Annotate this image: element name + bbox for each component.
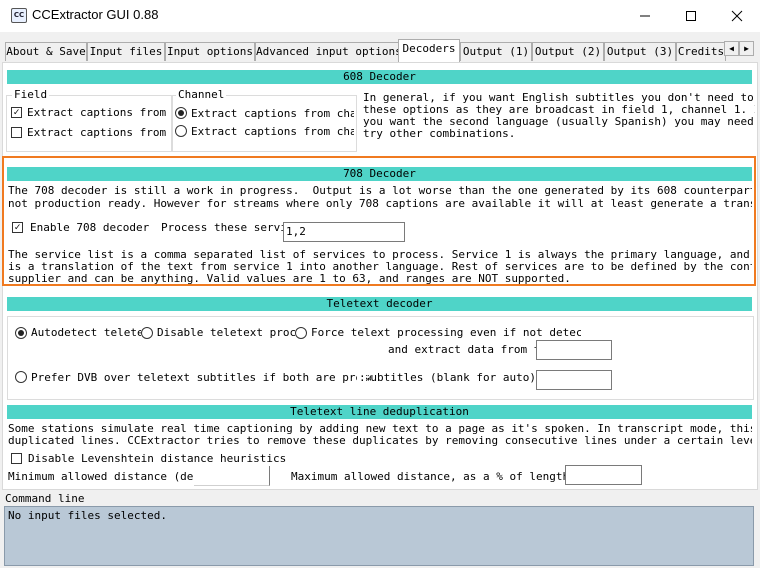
- max-distance-label: Maximum allowed distance, as a % of leng…: [291, 470, 565, 483]
- window-title: CCExtractor GUI 0.88: [32, 7, 159, 22]
- prefer-dvb-label: Prefer DVB over teletext subtitles if bo…: [31, 371, 371, 384]
- language-input[interactable]: [536, 370, 612, 390]
- channel-groupbox: [172, 95, 357, 152]
- force-teletext-label: Force telext processing even if not dete…: [311, 326, 581, 339]
- section-header-608: 608 Decoder: [7, 70, 752, 84]
- channel-group-title: Channel: [176, 88, 227, 101]
- section-header-dedup: Teletext line deduplication: [7, 405, 752, 419]
- dedup-desc-line-1: Some stations simulate real time caption…: [8, 423, 752, 435]
- decoder-708-highlight: [2, 156, 756, 286]
- tab-output-3[interactable]: Output (3): [604, 42, 676, 61]
- lang-separator: :: [357, 371, 366, 384]
- maximize-icon: [686, 11, 696, 21]
- tab-advanced-input-options[interactable]: Advanced input options: [255, 42, 399, 61]
- field2-label: Extract captions from field 2: [27, 126, 169, 139]
- command-line-text: No input files selected.: [8, 509, 167, 522]
- tab-about-save[interactable]: About & Save: [5, 42, 87, 61]
- tab-scroll-right-icon[interactable]: ▶: [739, 41, 754, 56]
- tab-strip: About & Save Input files Input options A…: [0, 32, 760, 62]
- close-icon: [731, 10, 743, 22]
- language-label: Language for subtitles (blank for auto): [368, 371, 536, 384]
- minimize-button[interactable]: [622, 0, 668, 32]
- tab-output-2[interactable]: Output (2): [532, 42, 604, 61]
- field-groupbox: [6, 95, 172, 152]
- field-group-title: Field: [12, 88, 50, 101]
- tab-scroll-buttons: ◀ ▶: [724, 41, 756, 57]
- maximize-button[interactable]: [668, 0, 714, 32]
- close-button[interactable]: [714, 0, 760, 32]
- tab-output-1[interactable]: Output (1): [460, 42, 532, 61]
- minimize-icon: [640, 15, 650, 17]
- help-608-line-1: In general, if you want English subtitle…: [363, 92, 755, 104]
- tab-decoders[interactable]: Decoders: [398, 39, 460, 62]
- teletext-page-input[interactable]: [536, 340, 612, 360]
- channel1-radio[interactable]: [175, 107, 187, 119]
- disable-levenshtein-label: Disable Levenshtein distance heuristics: [28, 452, 287, 465]
- help-608-line-2: these options as they are broadcast in f…: [363, 104, 755, 116]
- channel2-radio[interactable]: [175, 125, 187, 137]
- command-line-label: Command line: [5, 492, 85, 505]
- autodetect-teletext-radio[interactable]: [15, 327, 27, 339]
- tab-credits[interactable]: Credits: [676, 42, 726, 61]
- force-teletext-radio[interactable]: [295, 327, 307, 339]
- help-608-line-4: try other combinations.: [363, 128, 516, 140]
- channel2-label: Extract captions from channel 2: [191, 125, 354, 138]
- tab-input-options[interactable]: Input options: [165, 42, 255, 61]
- channel1-label: Extract captions from channel 1: [191, 107, 354, 120]
- section-header-teletext: Teletext decoder: [7, 297, 752, 311]
- field1-label: Extract captions from field 1: [27, 106, 169, 119]
- app-icon: CC: [11, 8, 27, 23]
- disable-teletext-label: Disable teletext processing: [157, 326, 295, 339]
- max-distance-input[interactable]: [565, 465, 642, 485]
- help-608-line-3: you want the second language (usually Sp…: [363, 116, 755, 128]
- min-distance-label: Minimum allowed distance (default 2): [8, 470, 194, 483]
- title-bar: CC CCExtractor GUI 0.88: [0, 0, 760, 32]
- field1-checkbox[interactable]: ✓: [11, 107, 22, 118]
- tab-scroll-left-icon[interactable]: ◀: [724, 41, 739, 56]
- teletext-page-label: and extract data from this page: [388, 343, 536, 356]
- field2-checkbox[interactable]: [11, 127, 22, 138]
- disable-levenshtein-checkbox[interactable]: [11, 453, 22, 464]
- prefer-dvb-radio[interactable]: [15, 371, 27, 383]
- autodetect-teletext-label: Autodetect teletext: [31, 326, 141, 339]
- dedup-desc-line-2: duplicated lines. CCExtractor tries to r…: [8, 435, 752, 447]
- min-distance-input[interactable]: [194, 466, 270, 486]
- tab-input-files[interactable]: Input files: [87, 42, 165, 61]
- command-line-box[interactable]: No input files selected.: [4, 506, 754, 566]
- disable-teletext-radio[interactable]: [141, 327, 153, 339]
